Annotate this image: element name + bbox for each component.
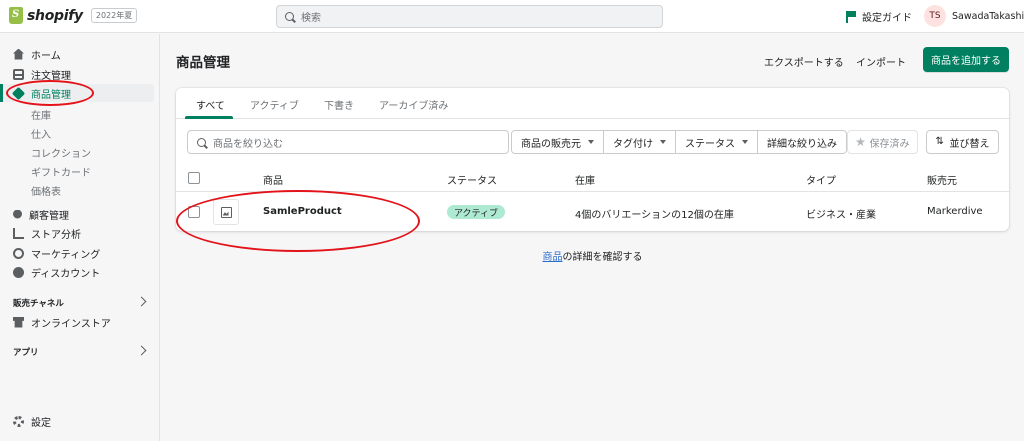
edition-badge: 2022年夏 <box>90 8 138 23</box>
sidebar-item-home[interactable]: ホーム <box>0 45 160 63</box>
table-header: 商品 ステータス 在庫 タイプ 販売元 <box>176 164 1009 192</box>
sidebar-item-customers[interactable]: 顧客管理 <box>0 205 160 223</box>
tab-archived[interactable]: アーカイブ済み <box>379 97 448 112</box>
column-header-status: ステータス <box>447 176 497 187</box>
discount-icon <box>13 266 24 278</box>
global-search-input[interactable]: 検索 <box>276 5 663 28</box>
tab-active[interactable]: アクティブ <box>250 97 299 112</box>
store-icon <box>13 316 24 328</box>
caret-down-icon <box>588 140 594 144</box>
chevron-right-icon[interactable] <box>136 296 147 307</box>
avatar: TS <box>924 5 946 27</box>
search-placeholder: 検索 <box>301 13 321 24</box>
setup-guide-label: 設定ガイド <box>862 13 912 24</box>
sidebar-item-settings[interactable]: 設定 <box>0 412 160 430</box>
tab-all[interactable]: すべて <box>196 97 225 112</box>
sidebar: ホーム 注文管理 商品管理 在庫 仕入 コレクション ギフトカード 価格表 顧客… <box>0 34 160 441</box>
user-menu[interactable]: TS SawadaTakashi <box>924 5 1024 27</box>
filter-label: ステータス <box>685 138 735 150</box>
sidebar-item-online-store[interactable]: オンラインストア <box>0 313 160 331</box>
caret-down-icon <box>660 140 666 144</box>
gear-icon <box>13 415 24 427</box>
orders-icon <box>13 68 24 80</box>
sidebar-item-label: 設定 <box>31 417 51 429</box>
column-header-product[interactable]: 商品 <box>263 172 283 187</box>
vendor-cell: Markerdive <box>927 206 983 217</box>
sidebar-subitem-collections[interactable]: コレクション <box>31 145 91 160</box>
filter-label: 詳細な絞り込み <box>767 138 837 150</box>
bar-chart-icon <box>13 227 24 239</box>
product-name-link[interactable]: SamleProduct <box>263 206 342 217</box>
sidebar-subitem-purchase[interactable]: 仕入 <box>31 126 51 141</box>
sidebar-item-label: 商品管理 <box>31 89 71 101</box>
search-icon <box>285 12 294 21</box>
select-all-checkbox[interactable] <box>188 172 200 184</box>
more-filters-button[interactable]: 詳細な絞り込み <box>758 131 846 153</box>
sidebar-item-label: ディスカウント <box>31 268 101 280</box>
home-icon <box>13 48 24 60</box>
import-button[interactable]: インポート <box>856 54 906 69</box>
shopify-bag-icon <box>9 7 23 24</box>
filter-search-input[interactable]: 商品を絞り込む <box>187 130 509 154</box>
add-product-button[interactable]: 商品を追加する <box>923 47 1009 72</box>
apps-label: アプリ <box>13 348 39 358</box>
page-title: 商品管理 <box>176 55 230 71</box>
brand-name: shopify <box>27 7 83 24</box>
sidebar-item-label: ホーム <box>31 50 61 62</box>
chevron-right-icon[interactable] <box>136 345 147 356</box>
row-checkbox[interactable] <box>188 206 200 218</box>
sort-label: 並び替え <box>949 138 990 150</box>
table-row[interactable]: SamleProduct アクティブ 4個のバリエーションの12個の在庫 ビジネ… <box>176 193 1009 231</box>
tagged-filter[interactable]: タグ付け <box>604 131 676 153</box>
sales-channel-filter[interactable]: 商品の販売元 <box>512 131 604 153</box>
column-header-inventory: 在庫 <box>575 176 595 187</box>
inventory-cell: 4個のバリエーションの12個の在庫 <box>575 210 734 221</box>
filter-label: 商品の販売元 <box>521 138 581 150</box>
sales-channels-label: 販売チャネル <box>13 299 64 309</box>
learn-more-link[interactable]: 商品 <box>543 252 563 263</box>
sidebar-item-orders[interactable]: 注文管理 <box>0 65 160 83</box>
sidebar-item-analytics[interactable]: ストア分析 <box>0 224 160 242</box>
type-cell: ビジネス・産業 <box>806 210 876 221</box>
filter-search-placeholder: 商品を絞り込む <box>213 138 283 150</box>
tab-draft[interactable]: 下書き <box>324 97 354 112</box>
export-button[interactable]: エクスポートする <box>764 54 844 69</box>
sidebar-subitem-price-lists[interactable]: 価格表 <box>31 183 61 198</box>
caret-down-icon <box>742 140 748 144</box>
star-icon <box>855 137 866 147</box>
sidebar-item-label: 顧客管理 <box>29 210 69 222</box>
products-card: すべて アクティブ 下書き アーカイブ済み 商品を絞り込む 商品の販売元 タグ付… <box>176 88 1009 231</box>
saved-label: 保存済み <box>869 138 910 150</box>
tab-bar: すべて アクティブ 下書き アーカイブ済み <box>176 88 1009 119</box>
setup-guide-button[interactable]: 設定ガイド <box>846 9 912 24</box>
status-badge: アクティブ <box>447 205 506 219</box>
sidebar-item-label: ストア分析 <box>31 229 81 241</box>
sidebar-item-label: 注文管理 <box>31 70 71 82</box>
sort-button[interactable]: ⇅ 並び替え <box>926 130 999 154</box>
learn-more-suffix: の詳細を確認する <box>562 252 643 263</box>
shopify-logo[interactable]: shopify 2022年夏 <box>9 7 138 24</box>
saved-button[interactable]: 保存済み <box>847 130 918 154</box>
user-name: SawadaTakashi <box>952 10 1024 22</box>
top-bar: shopify 2022年夏 検索 設定ガイド TS SawadaTakashi <box>0 0 1024 33</box>
tab-underline <box>185 116 233 119</box>
sidebar-item-discounts[interactable]: ディスカウント <box>0 263 160 281</box>
filter-label: タグ付け <box>613 138 653 150</box>
learn-more-text: 商品の詳細を確認する <box>0 248 1024 263</box>
column-header-type: タイプ <box>806 176 836 187</box>
status-filter[interactable]: ステータス <box>676 131 758 153</box>
tag-icon <box>11 86 26 100</box>
image-icon <box>220 206 232 218</box>
sidebar-subitem-gift-cards[interactable]: ギフトカード <box>31 164 91 179</box>
column-header-vendor: 販売元 <box>927 176 957 187</box>
product-thumbnail[interactable] <box>213 199 239 225</box>
search-icon <box>197 137 206 147</box>
sidebar-item-products[interactable]: 商品管理 <box>0 84 154 102</box>
sidebar-subitem-inventory[interactable]: 在庫 <box>31 107 51 122</box>
sidebar-item-label: オンラインストア <box>31 318 111 330</box>
person-icon <box>13 209 22 219</box>
filter-button-group: 商品の販売元 タグ付け ステータス 詳細な絞り込み <box>511 130 847 154</box>
sort-arrows-icon: ⇅ <box>935 136 944 147</box>
flag-icon <box>846 10 856 23</box>
